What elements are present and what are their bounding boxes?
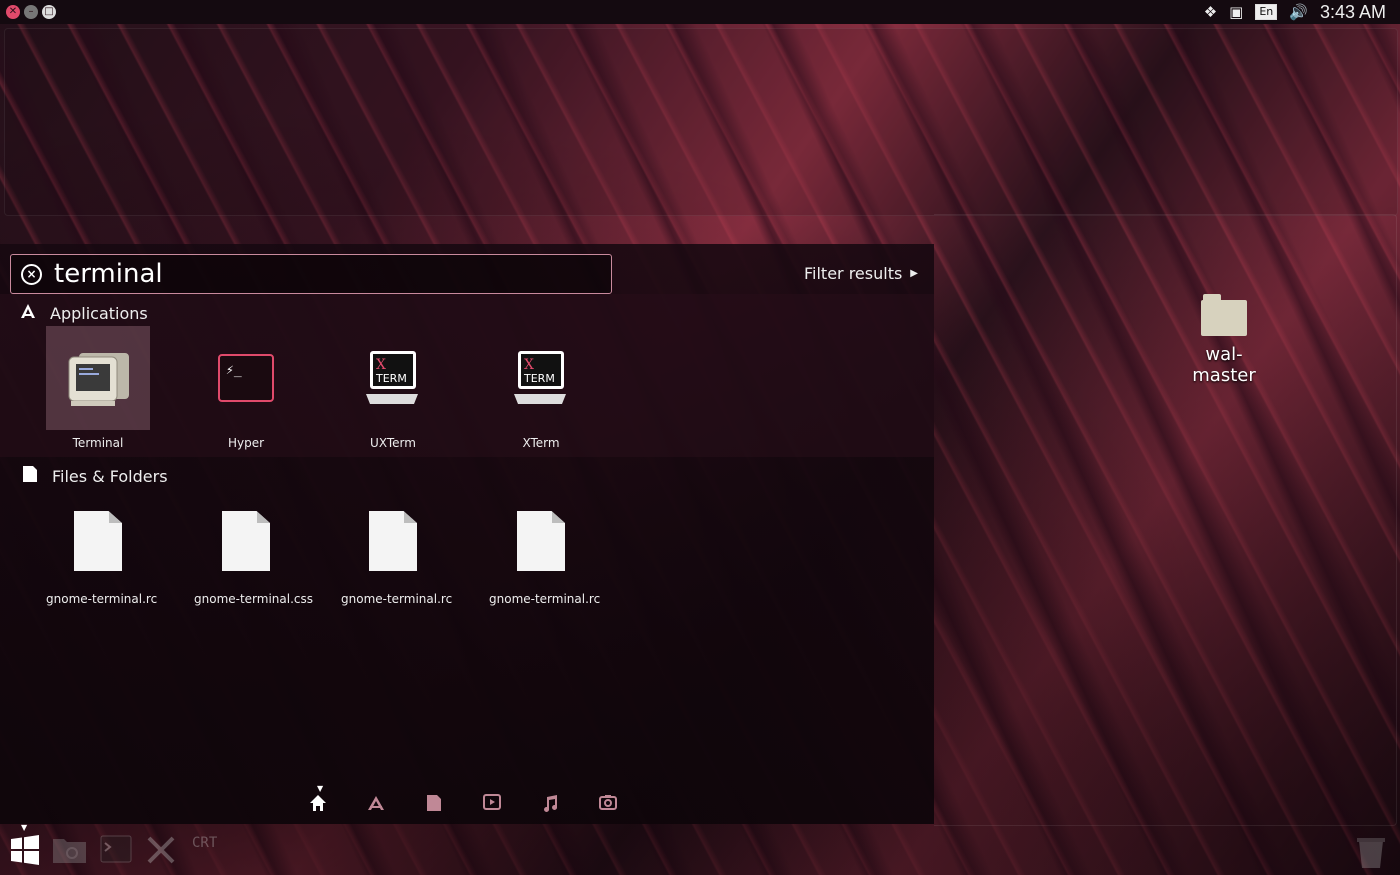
search-query[interactable]: terminal [54, 259, 163, 289]
trash-icon[interactable] [1356, 835, 1388, 868]
maximize-icon[interactable]: □ [42, 5, 56, 19]
applications-lens-icon[interactable] [366, 794, 386, 814]
window-controls: ✕ – □ [6, 5, 56, 19]
app-uxterm-label: UXTerm [370, 436, 416, 450]
document-icon [194, 496, 298, 586]
xterm-term-glyph: TERM [523, 372, 555, 385]
xterm-x-glyph: X [524, 357, 534, 373]
file-result-label: gnome-terminal.rc [46, 592, 158, 606]
hyper-icon: ⚡_ [194, 326, 298, 430]
folder-icon [1201, 294, 1247, 336]
document-icon [489, 496, 593, 586]
uxterm-icon: X TERM [341, 326, 445, 430]
file-result[interactable]: gnome-terminal.css [194, 496, 314, 606]
notes-icon[interactable]: ▣ [1229, 3, 1243, 21]
top-panel: ✕ – □ ❖ ▣ En 🔊 3:43 AM [0, 0, 1400, 24]
terminal-launcher-icon[interactable] [100, 835, 132, 867]
desktop-folder-label: wal-master [1192, 344, 1256, 386]
document-icon [46, 496, 150, 586]
app-hyper-label: Hyper [227, 436, 265, 450]
dash-panel: × terminal Filter results ▶ Applications… [0, 244, 934, 824]
minimize-icon[interactable]: – [24, 5, 38, 19]
app-terminal-label: Terminal [72, 436, 124, 450]
applications-header-label: Applications [50, 303, 148, 323]
photo-lens-icon[interactable] [598, 794, 618, 814]
file-result-label: gnome-terminal.css [194, 592, 314, 606]
file-manager-icon[interactable] [52, 835, 86, 867]
terminal-icon [46, 326, 150, 430]
file-result[interactable]: gnome-terminal.rc [46, 496, 158, 606]
file-result[interactable]: gnome-terminal.rc [489, 496, 601, 606]
music-lens-icon[interactable] [540, 794, 560, 814]
files-header: Files & Folders [22, 466, 168, 486]
files-header-label: Files & Folders [52, 466, 168, 486]
crt-icon[interactable]: CRT [192, 835, 224, 867]
applications-category-icon [20, 303, 36, 323]
app-uxterm[interactable]: X TERM UXTerm [341, 326, 445, 450]
dash-upper-frame [4, 28, 1398, 216]
desktop-folder[interactable]: wal-master [1176, 294, 1272, 386]
dash-right-frame [934, 214, 1397, 826]
file-result[interactable]: gnome-terminal.rc [341, 496, 453, 606]
dropbox-icon[interactable]: ❖ [1204, 3, 1217, 21]
close-icon[interactable]: ✕ [6, 5, 20, 19]
video-lens-icon[interactable] [482, 794, 502, 814]
xterm-icon: X TERM [489, 326, 593, 430]
clock[interactable]: 3:43 AM [1320, 2, 1386, 23]
applications-header: Applications [20, 303, 148, 323]
document-icon [341, 496, 445, 586]
search-input[interactable]: × terminal [10, 254, 612, 294]
system-tray: ❖ ▣ En 🔊 3:43 AM [1204, 0, 1386, 24]
chevron-right-icon: ▶ [910, 268, 918, 279]
app-xterm-label: XTerm [522, 436, 560, 450]
uxterm-x-glyph: X [376, 357, 386, 373]
file-result-label: gnome-terminal.rc [341, 592, 453, 606]
hyper-prompt: ⚡_ [226, 363, 242, 378]
windows-logo-icon[interactable] [10, 835, 42, 867]
active-lens-indicator: ▼ [317, 784, 324, 793]
launcher-active-indicator: ▼ [21, 823, 28, 832]
filter-results-button[interactable]: Filter results ▶ [804, 264, 918, 283]
file-category-icon [22, 466, 38, 486]
app-xterm[interactable]: X TERM XTerm [489, 326, 593, 450]
file-result-label: gnome-terminal.rc [489, 592, 601, 606]
files-lens-icon[interactable] [424, 794, 444, 814]
filter-results-label: Filter results [803, 264, 903, 283]
uxterm-term-glyph: TERM [375, 372, 407, 385]
app-terminal[interactable]: Terminal [46, 326, 150, 450]
app-hyper[interactable]: ⚡_ Hyper [194, 326, 298, 450]
launcher: ▼ CRT [0, 823, 1400, 875]
clear-search-icon[interactable]: × [21, 263, 42, 285]
tools-icon[interactable] [146, 835, 178, 867]
volume-icon[interactable]: 🔊 [1289, 3, 1308, 21]
home-lens-icon[interactable] [308, 794, 328, 814]
lens-bar [308, 794, 618, 814]
keyboard-language-indicator[interactable]: En [1255, 4, 1278, 20]
